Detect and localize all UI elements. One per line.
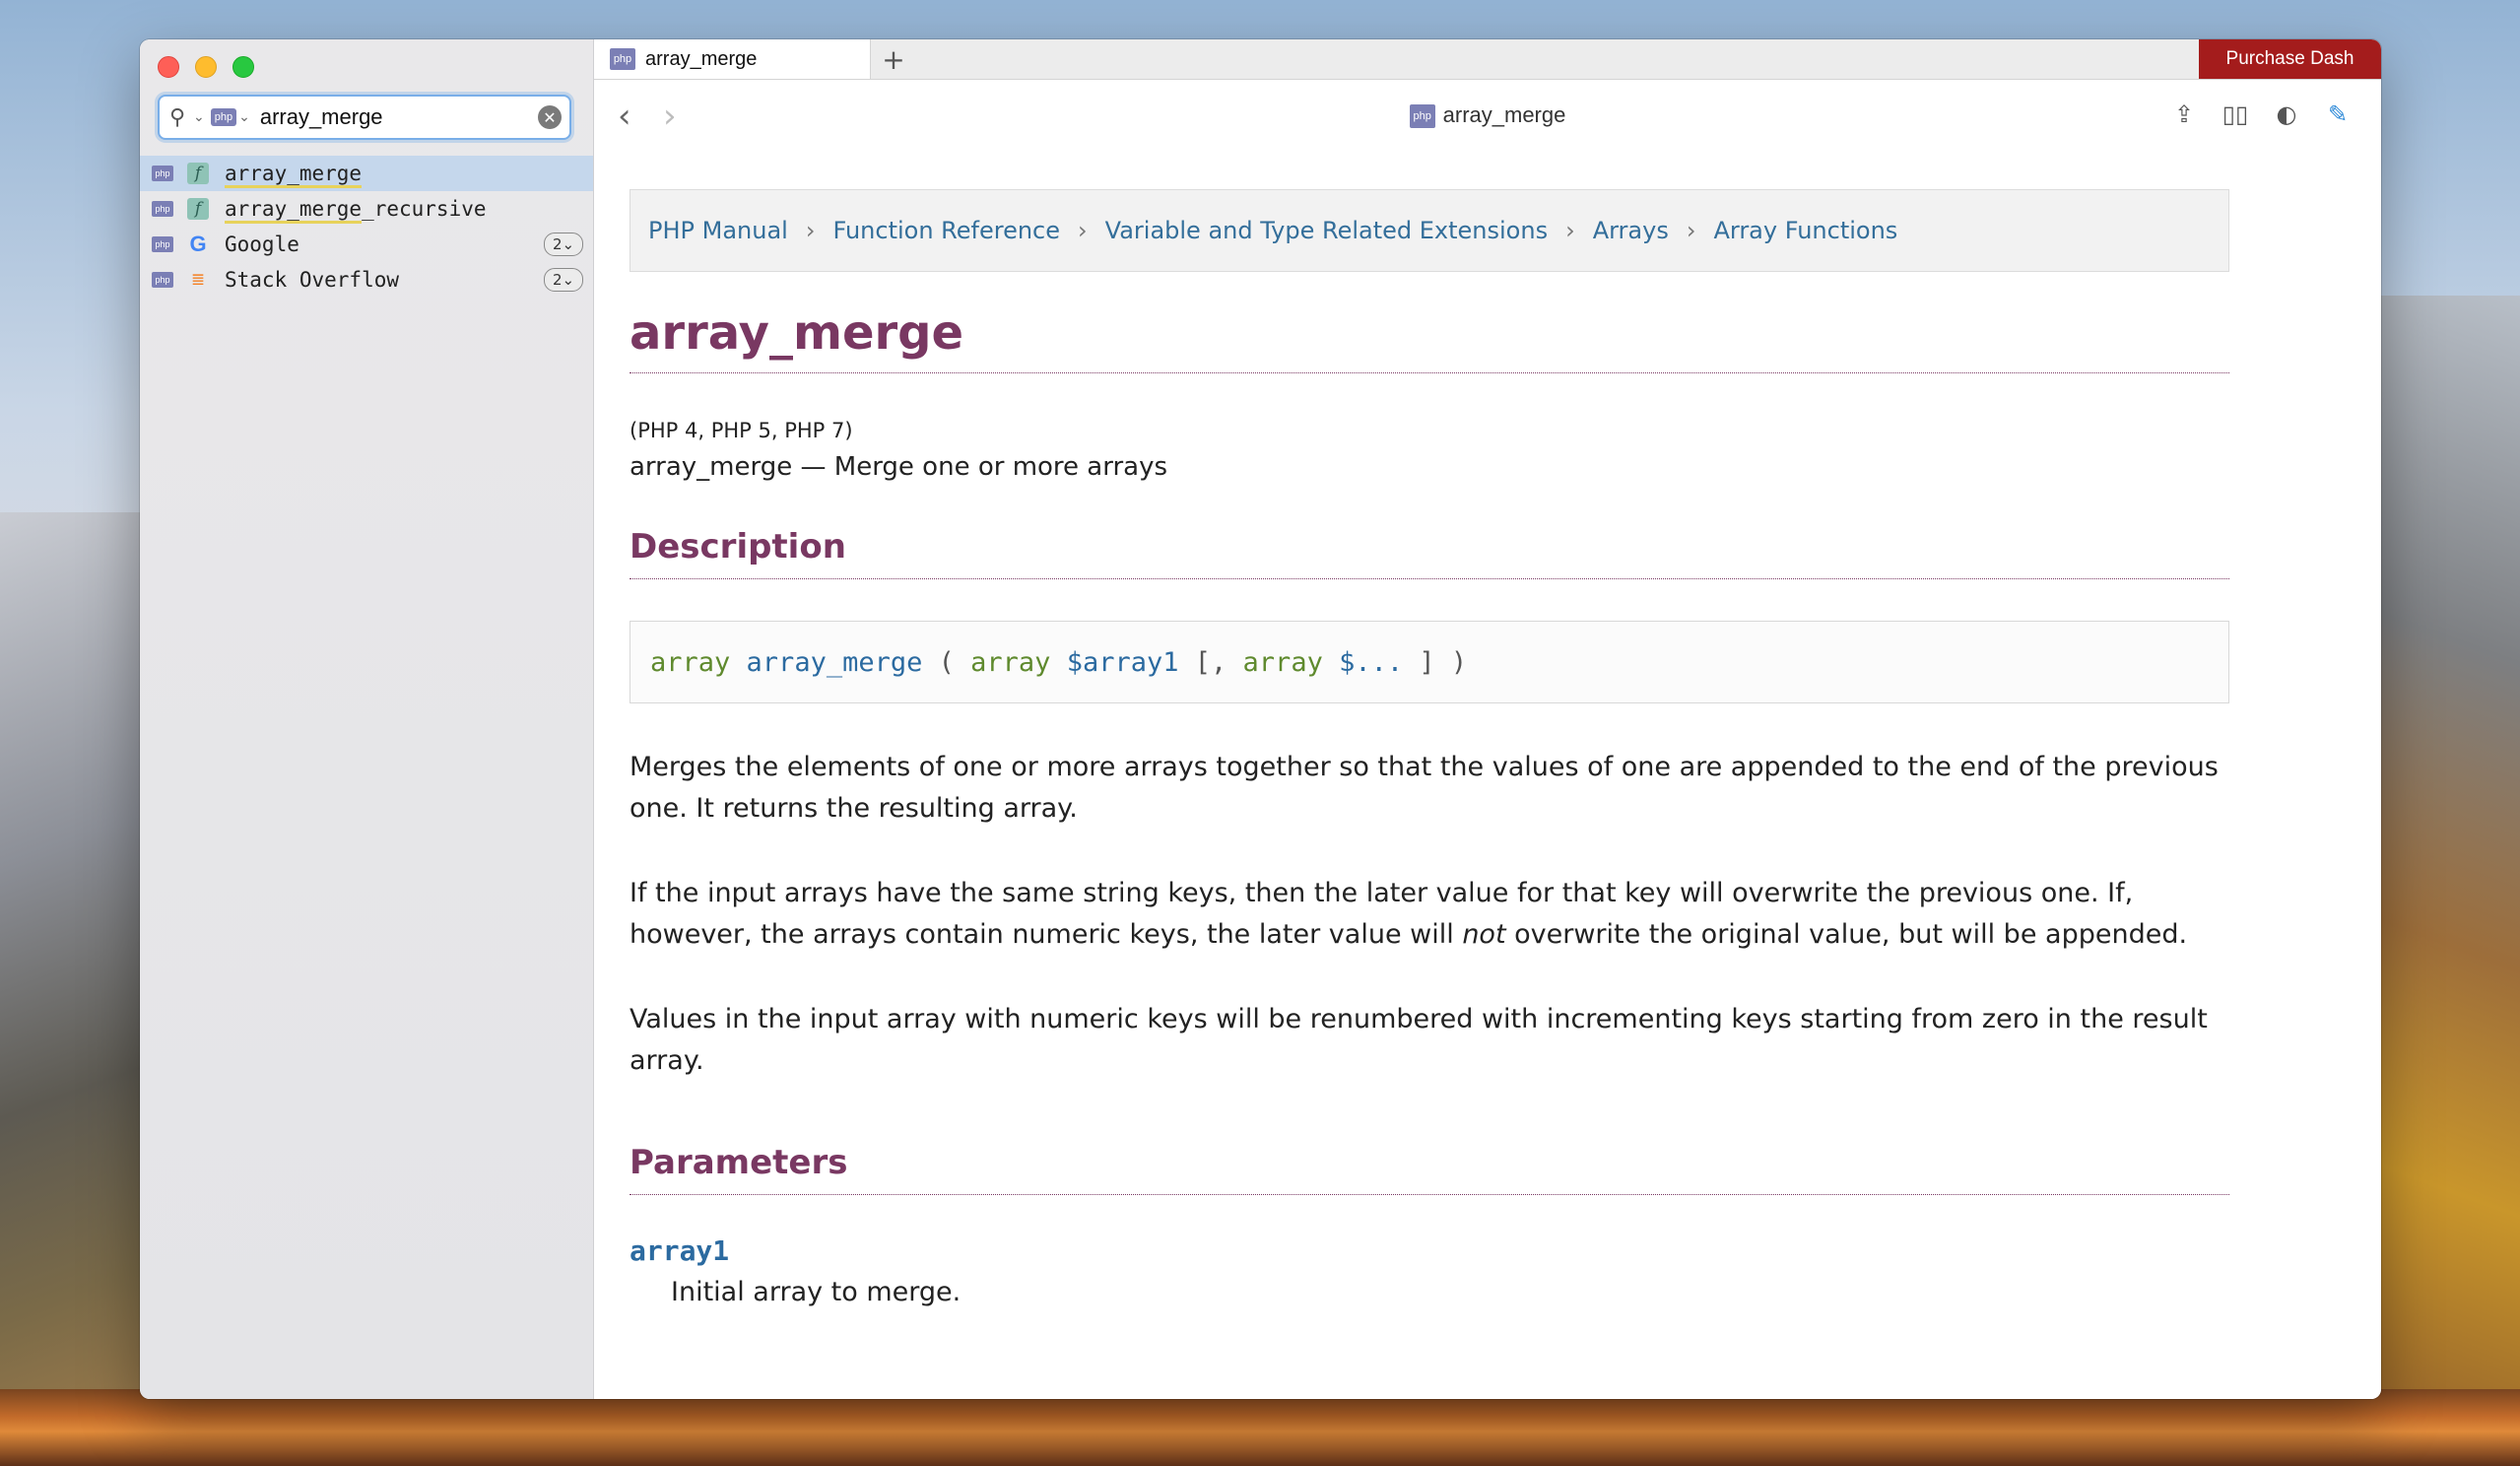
result-label-match: array_merge (225, 162, 363, 188)
sidebar: ⚲ ⌄ php ⌄ ✕ php f array_merge php f arra… (140, 39, 594, 1399)
search-options-chevron-icon[interactable]: ⌄ (193, 109, 205, 125)
breadcrumb-separator: › (1686, 217, 1696, 244)
page-title: php array_merge (594, 102, 2381, 129)
minimize-window-button[interactable] (195, 56, 217, 78)
docset-filter-chip[interactable]: php (210, 108, 237, 126)
breadcrumb: PHP Manual › Function Reference › Variab… (630, 189, 2229, 272)
breadcrumb-separator: › (1565, 217, 1575, 244)
breadcrumb-arrays[interactable]: Arrays (1593, 217, 1669, 244)
zoom-window-button[interactable] (232, 56, 254, 78)
function-signature: array array_merge ( array $array1 [, arr… (630, 621, 2229, 703)
description-paragraph-3: Values in the input array with numeric k… (630, 1004, 2208, 1076)
result-label-rest: _recursive (362, 197, 487, 221)
php-docset-icon: php (152, 166, 173, 181)
php-versions: (PHP 4, PHP 5, PHP 7) (630, 419, 853, 442)
breadcrumb-function-reference[interactable]: Function Reference (832, 217, 1060, 244)
sig-return-type: array (650, 646, 731, 678)
breadcrumb-variable-type-extensions[interactable]: Variable and Type Related Extensions (1105, 217, 1548, 244)
desktop-mountain-right (2362, 296, 2520, 1466)
result-count-badge[interactable]: 2⌄ (544, 233, 583, 256)
tab-array-merge[interactable]: php array_merge (594, 39, 871, 79)
php-docset-icon: php (1409, 104, 1435, 129)
function-refname: array_merge — Merge one or more arrays (630, 452, 1168, 482)
result-item-array-merge[interactable]: php f array_merge (140, 156, 593, 191)
result-label-match: array_merge (225, 197, 363, 224)
sig-optional-open: [, (1194, 646, 1227, 678)
search-input[interactable] (257, 103, 538, 131)
para2-emphasis: not (1462, 919, 1506, 950)
function-title: array_merge (630, 305, 2229, 373)
desktop-mountain-left (0, 512, 158, 1466)
result-label: Google (225, 233, 299, 256)
page-title-text: array_merge (1442, 102, 1566, 127)
results-list: php f array_merge php f array_merge_recu… (140, 156, 593, 298)
toolbar-actions: ⇪ ▯▯ ◐ ✎ (2170, 100, 2352, 128)
sig-open-paren: ( (938, 646, 955, 678)
new-tab-icon[interactable]: + (876, 39, 911, 79)
breadcrumb-php-manual[interactable]: PHP Manual (648, 217, 788, 244)
stack-overflow-icon: ≣ (190, 270, 206, 290)
documentation-content: PHP Manual › Function Reference › Variab… (630, 189, 2229, 1307)
share-icon[interactable]: ⇪ (2170, 100, 2198, 128)
php-docset-icon: php (152, 236, 173, 252)
main-pane: php array_merge + Purchase Dash ‹ › php a… (594, 39, 2381, 1399)
tab-label: array_merge (645, 47, 758, 70)
docset-filter-chevron-icon[interactable]: ⌄ (238, 109, 250, 125)
description-paragraph-1: Merges the elements of one or more array… (630, 752, 2219, 824)
result-label: array_merge (225, 162, 363, 188)
result-label: Stack Overflow (225, 268, 400, 292)
dash-window: ⚲ ⌄ php ⌄ ✕ php f array_merge php f arra… (140, 39, 2381, 1399)
php-docset-icon: php (152, 272, 173, 288)
function-type-icon: f (187, 163, 209, 184)
breadcrumb-separator: › (1078, 217, 1088, 244)
contrast-theme-icon[interactable]: ◐ (2273, 100, 2300, 128)
parameter-name: array1 (630, 1234, 730, 1267)
search-icon[interactable]: ⚲ (169, 105, 191, 130)
php-docset-icon: php (152, 201, 173, 217)
function-type-icon: f (187, 198, 209, 220)
sig-close: ] ) (1419, 646, 1468, 678)
breadcrumb-array-functions[interactable]: Array Functions (1713, 217, 1897, 244)
google-icon: G (189, 232, 207, 256)
window-controls (158, 56, 254, 78)
breadcrumb-separator: › (805, 217, 816, 244)
purchase-dash-button[interactable]: Purchase Dash (2199, 39, 2381, 79)
result-item-google[interactable]: php G Google 2⌄ (140, 227, 593, 262)
description-heading: Description (630, 527, 2229, 579)
close-window-button[interactable] (158, 56, 179, 78)
search-field[interactable]: ⚲ ⌄ php ⌄ ✕ (158, 95, 571, 140)
result-item-array-merge-recursive[interactable]: php f array_merge_recursive (140, 191, 593, 227)
desktop-lake (0, 1389, 2520, 1466)
php-docset-icon: php (610, 48, 635, 70)
sig-param1-type: array (970, 646, 1051, 678)
result-count-badge[interactable]: 2⌄ (544, 268, 583, 292)
tab-bar: php array_merge + Purchase Dash (594, 39, 2381, 80)
clear-search-icon[interactable]: ✕ (538, 105, 562, 129)
para2-text-b: overwrite the original value, but will b… (1505, 919, 2188, 950)
description-paragraph-2: If the input arrays have the same string… (630, 873, 2229, 956)
result-label: array_merge_recursive (225, 197, 487, 224)
annotate-edit-icon[interactable]: ✎ (2324, 100, 2352, 128)
sig-function-name: array_merge (746, 646, 923, 678)
sig-param1-var: $array1 (1066, 646, 1179, 678)
result-item-stack-overflow[interactable]: php ≣ Stack Overflow 2⌄ (140, 262, 593, 298)
parameters-heading: Parameters (630, 1143, 2229, 1195)
sig-param2-type: array (1242, 646, 1323, 678)
sig-param2-var: $... (1339, 646, 1404, 678)
bookmarks-book-icon[interactable]: ▯▯ (2222, 100, 2249, 128)
toolbar: ‹ › php array_merge ⇪ ▯▯ ◐ ✎ (594, 79, 2381, 158)
parameter-description: Initial array to merge. (671, 1277, 962, 1307)
